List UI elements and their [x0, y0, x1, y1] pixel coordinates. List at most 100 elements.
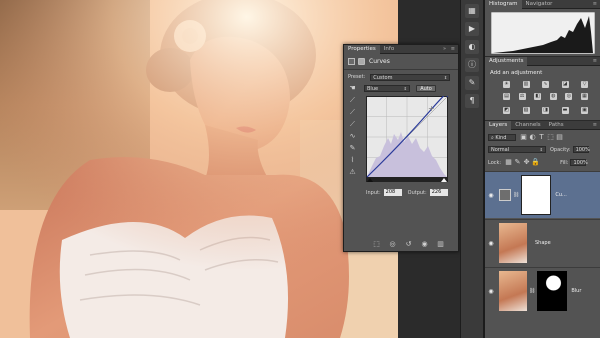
tab-layers[interactable]: Layers [485, 121, 512, 130]
tab-paths[interactable]: Paths [545, 121, 568, 130]
adjustments-row-3: ◩ ▧ ◨ ▬ ▣ [503, 107, 588, 114]
trash-icon[interactable]: ▥ [436, 240, 445, 249]
view-previous-icon[interactable]: ◎ [388, 240, 397, 249]
bride-photo [0, 0, 398, 338]
tab-histogram[interactable]: Histogram [485, 0, 522, 9]
properties-panel[interactable]: Properties Info » ≡ Curves Preset: Custo… [343, 44, 459, 252]
layer-name: Blur [571, 288, 582, 294]
levels-icon[interactable]: ▥ [522, 81, 530, 88]
color-lookup-icon[interactable]: ▦ [580, 93, 588, 100]
pencil-tool-icon[interactable]: ✎ [348, 144, 357, 153]
brightness-contrast-icon[interactable]: ☀ [503, 81, 510, 88]
filter-type-icon[interactable]: T [537, 133, 546, 142]
clip-to-layer-icon[interactable]: ⬚ [372, 240, 381, 249]
color-balance-icon[interactable]: ⚖ [518, 93, 526, 100]
visibility-icon[interactable]: ◉ [420, 240, 429, 249]
opacity-label: Opacity: [550, 146, 571, 153]
layer-row-curves[interactable]: ◉ ⛓ Cu... [485, 171, 600, 218]
visibility-eye-icon[interactable]: ◉ [485, 240, 497, 247]
filter-pixel-icon[interactable]: ▣ [519, 133, 528, 142]
adjustments-panel: Adjustments ≡ Add an adjustment ☀ ▥ ∿ ◪ … [485, 57, 600, 121]
right-dock: Histogram Navigator ≡ Adjustments ≡ Add … [484, 0, 600, 338]
tab-adjustments[interactable]: Adjustments [485, 57, 528, 66]
vibrance-icon[interactable]: ▽ [581, 81, 588, 88]
panel-menu-icon[interactable]: ≡ [593, 1, 597, 7]
reset-icon[interactable]: ↺ [404, 240, 413, 249]
photo-canvas[interactable] [0, 0, 398, 338]
invert-icon[interactable]: ◩ [503, 107, 510, 114]
lock-position-icon[interactable]: ✥ [522, 158, 531, 167]
layer-filter-row: ⌕ Kind ▣ ◐ T ⬚ ▤ [488, 133, 598, 142]
clipping-warning-icon[interactable]: ⚠ [348, 168, 357, 177]
collapse-icon[interactable]: » [443, 46, 446, 52]
eyedropper-black-icon[interactable]: ⟋ [348, 96, 357, 105]
output-field[interactable]: 226 [429, 189, 448, 196]
selective-color-icon[interactable]: ▣ [581, 107, 588, 114]
tab-properties[interactable]: Properties [344, 44, 380, 54]
brush-icon[interactable]: ✎ [465, 76, 479, 90]
layers-tabbar: Layers Channels Paths ≡ [485, 121, 600, 130]
channel-dropdown[interactable]: Blue ⇕ [364, 84, 410, 92]
curves-header: Curves [344, 56, 458, 67]
filter-kind-dropdown[interactable]: ⌕ Kind [488, 134, 516, 141]
paragraph-icon[interactable]: ¶ [465, 94, 479, 108]
curves-adjustment-icon [348, 58, 355, 65]
link-icon[interactable]: ⛓ [513, 192, 519, 198]
curves-icon[interactable]: ∿ [542, 81, 549, 88]
smooth-icon[interactable]: ⌇ [348, 156, 357, 165]
posterize-icon[interactable]: ▧ [522, 107, 530, 114]
preset-dropdown[interactable]: Custom ⇕ [370, 73, 451, 81]
curves-graph[interactable]: + [366, 96, 448, 182]
channel-mixer-icon[interactable]: ◎ [565, 93, 573, 100]
layers-panel: Layers Channels Paths ≡ ⌕ Kind ▣ ◐ T ⬚ ▤… [485, 121, 600, 328]
lock-transparent-icon[interactable]: ▦ [504, 158, 513, 167]
eyedropper-gray-icon[interactable]: ⟋ [348, 108, 357, 117]
layer-row-shape[interactable]: ◉ Shape [485, 219, 600, 266]
tab-channels[interactable]: Channels [511, 121, 544, 130]
info-icon[interactable]: ⓘ [465, 58, 479, 72]
layer-mask-thumbnail[interactable] [521, 175, 552, 215]
blend-mode-value: Normal [491, 147, 510, 153]
fill-field[interactable]: 100% [570, 159, 588, 166]
adjustments-heading: Add an adjustment [490, 70, 543, 76]
eyedropper-white-icon[interactable]: ⟋ [348, 120, 357, 129]
layer-mask-thumbnail[interactable] [537, 271, 568, 311]
filter-adjustment-icon[interactable]: ◐ [528, 133, 537, 142]
layer-mask-icon[interactable] [358, 58, 365, 65]
filter-shape-icon[interactable]: ⬚ [546, 133, 555, 142]
visibility-eye-icon[interactable]: ◉ [485, 192, 497, 199]
black-white-icon[interactable]: ◧ [534, 93, 542, 100]
channel-value: Blue [367, 85, 379, 92]
auto-button[interactable]: Auto [416, 84, 436, 92]
opacity-field[interactable]: 100% [572, 146, 590, 153]
exposure-icon[interactable]: ◪ [561, 81, 569, 88]
lock-all-icon[interactable]: 🔒 [531, 158, 540, 167]
tab-info[interactable]: Info [380, 45, 398, 54]
panel-menu-icon[interactable]: ≡ [593, 58, 597, 64]
panel-menu-icon[interactable]: ≡ [593, 122, 597, 128]
threshold-icon[interactable]: ◨ [542, 107, 549, 114]
output-label: Output: [407, 189, 427, 196]
link-icon[interactable]: ⛓ [529, 288, 535, 294]
panel-menu-icon[interactable]: ≡ [451, 46, 455, 52]
histogram-icon[interactable]: ▦ [465, 4, 479, 18]
fill-label: Fill: [560, 159, 569, 166]
play-actions-icon[interactable]: ▶ [465, 22, 479, 36]
input-label: Input: [366, 189, 381, 196]
hand-adjust-icon[interactable]: ☚ [348, 84, 357, 93]
photo-filter-icon[interactable]: ◍ [549, 93, 557, 100]
gradient-map-icon[interactable]: ▬ [561, 107, 569, 114]
blend-mode-dropdown[interactable]: Normal ⇕ [488, 146, 546, 153]
filter-smart-object-icon[interactable]: ▤ [555, 133, 564, 142]
blend-row: Normal ⇕ Opacity: 100% [488, 146, 598, 153]
visibility-eye-icon[interactable]: ◉ [485, 288, 497, 295]
curve-point-tool-icon[interactable]: ∿ [348, 132, 357, 141]
divider [344, 69, 458, 70]
curves-layer-icon [499, 189, 511, 201]
adjustment-layers-icon[interactable]: ◐ [465, 40, 479, 54]
input-field[interactable]: 208 [383, 189, 402, 196]
layer-row-blur[interactable]: ◉ ⛓ Blur [485, 267, 600, 314]
hue-saturation-icon[interactable]: ▤ [503, 93, 510, 100]
tab-navigator[interactable]: Navigator [522, 0, 557, 9]
lock-pixels-icon[interactable]: ✎ [513, 158, 522, 167]
